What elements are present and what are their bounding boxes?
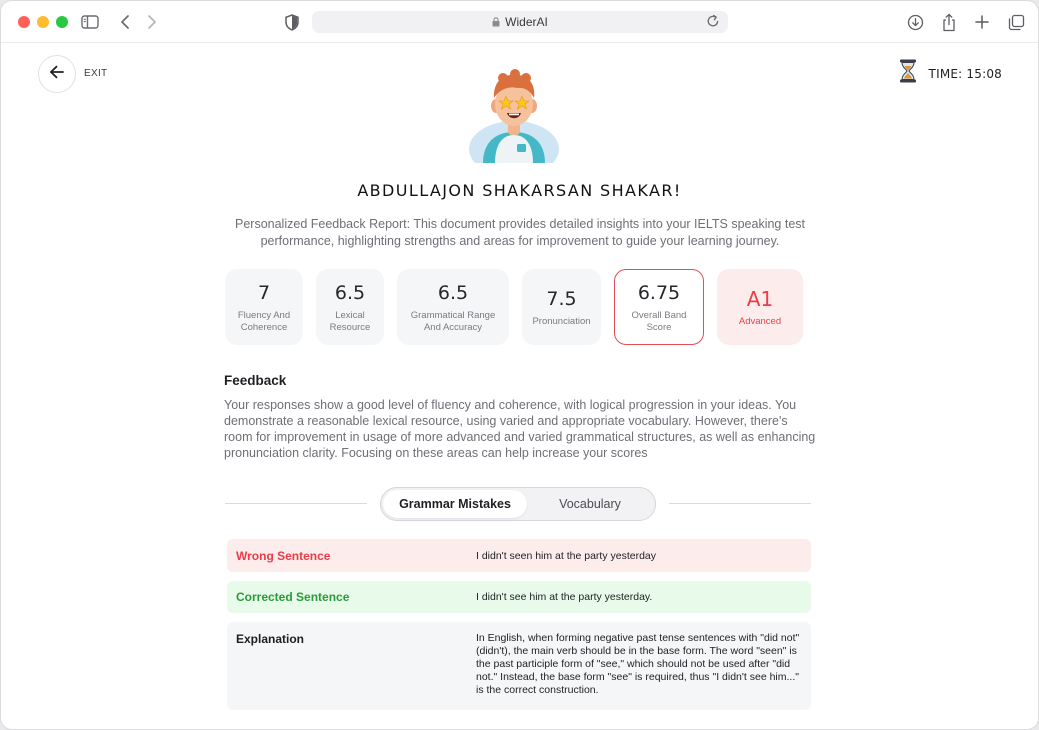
exit-button[interactable]: [38, 55, 76, 93]
share-icon[interactable]: [939, 12, 959, 32]
score-card-pronunciation: 7.5 Pronunciation: [522, 269, 601, 345]
minimize-window-button[interactable]: [37, 16, 49, 28]
divider-left: [225, 503, 367, 504]
hourglass-icon: [899, 59, 917, 88]
user-name-heading: ABDULLAJON SHAKARSAN SHAKAR!: [357, 181, 682, 200]
mistake-tabs: Grammar Mistakes Vocabulary: [380, 487, 656, 521]
timer-value: TIME: 15:08: [928, 66, 1002, 81]
arrow-left-icon: [49, 65, 65, 84]
score-label: Lexical Resource: [329, 309, 371, 333]
corrected-sentence-text: I didn't see him at the party yesterday.: [476, 591, 653, 603]
plus-icon[interactable]: [972, 12, 992, 32]
exit-label[interactable]: EXIT: [84, 68, 107, 79]
tab-grammar-mistakes[interactable]: Grammar Mistakes: [383, 490, 527, 518]
level-value: A1: [746, 286, 774, 311]
wrong-sentence-label: Wrong Sentence: [236, 549, 331, 563]
feedback-text: Your responses show a good level of flue…: [224, 398, 816, 460]
browser-toolbar: WiderAI: [1, 1, 1038, 43]
score-card-fluency: 7 Fluency And Coherence: [225, 269, 303, 345]
wrong-sentence-text: I didn't seen him at the party yesterday: [476, 550, 657, 562]
explanation-text: In English, when forming negative past t…: [476, 632, 800, 696]
chevron-right-icon[interactable]: [142, 12, 162, 32]
avatar: [467, 69, 561, 177]
score-value: 6.5: [437, 281, 469, 304]
address-bar[interactable]: WiderAI: [312, 11, 728, 33]
score-card-grammar: 6.5 Grammatical Range And Accuracy: [397, 269, 509, 345]
score-cards: 7 Fluency And Coherence 6.5 Lexical Reso…: [1, 269, 1038, 345]
score-label: Grammatical Range And Accuracy: [410, 309, 496, 333]
score-card-lexical: 6.5 Lexical Resource: [316, 269, 384, 345]
score-card-level: A1 Advanced: [717, 269, 803, 345]
explanation-row: Explanation In English, when forming neg…: [227, 622, 811, 710]
shield-icon[interactable]: [282, 12, 302, 32]
tab-vocabulary[interactable]: Vocabulary: [527, 490, 653, 518]
score-card-overall: 6.75 Overall Band Score: [614, 269, 704, 345]
download-icon[interactable]: [905, 12, 925, 32]
lock-icon: [492, 17, 500, 27]
score-label: Fluency And Coherence: [237, 309, 291, 333]
timer: TIME: 15:08: [899, 59, 1002, 88]
score-value: 7: [257, 281, 271, 304]
score-value: 7.5: [546, 287, 577, 310]
close-window-button[interactable]: [18, 16, 30, 28]
tabs-overview-icon[interactable]: [1006, 12, 1026, 32]
score-value: 6.5: [334, 281, 366, 304]
wrong-sentence-row: Wrong Sentence I didn't seen him at the …: [227, 539, 811, 572]
report-intro: Personalized Feedback Report: This docum…: [235, 217, 805, 248]
reload-icon[interactable]: [706, 14, 720, 31]
browser-window: WiderAI EXIT TIME: 15:08 ABDULLAJON SHAK…: [0, 0, 1039, 730]
level-label: Advanced: [738, 315, 782, 327]
sidebar-icon[interactable]: [80, 12, 100, 32]
score-value: 6.75: [637, 281, 681, 304]
score-label: Overall Band Score: [631, 309, 687, 333]
feedback-title: Feedback: [224, 373, 287, 388]
corrected-sentence-label: Corrected Sentence: [236, 590, 350, 604]
score-label: Pronunciation: [532, 315, 591, 327]
url-text: WiderAI: [505, 15, 548, 29]
divider-right: [669, 503, 811, 504]
chevron-left-icon[interactable]: [115, 12, 135, 32]
corrected-sentence-row: Corrected Sentence I didn't see him at t…: [227, 581, 811, 613]
zoom-window-button[interactable]: [56, 16, 68, 28]
explanation-label: Explanation: [236, 632, 305, 646]
